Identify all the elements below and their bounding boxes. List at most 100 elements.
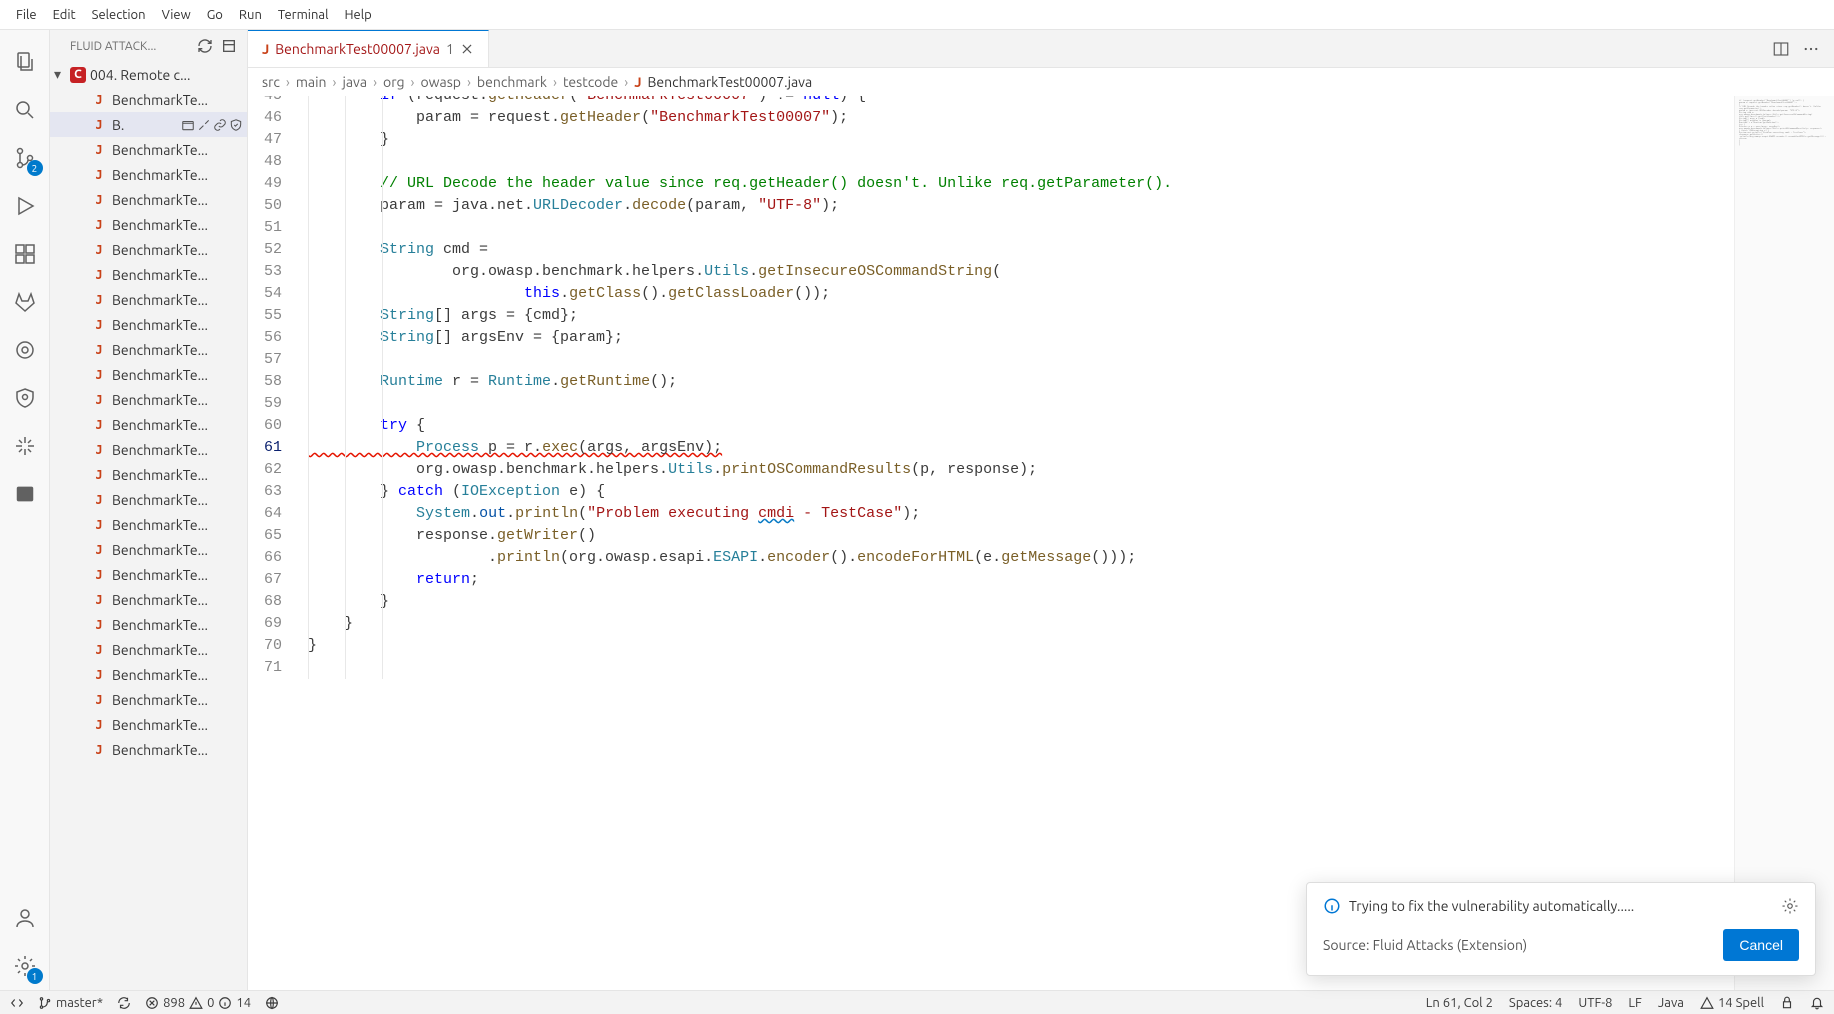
- split-editor-icon[interactable]: [1772, 40, 1790, 58]
- sync-icon[interactable]: [117, 996, 131, 1010]
- sparkle-icon[interactable]: [1, 422, 49, 470]
- code-line[interactable]: String[] argsEnv = {param};: [308, 327, 1734, 349]
- tree-file[interactable]: JBenchmarkTe...: [50, 737, 247, 762]
- language-mode[interactable]: Java: [1658, 996, 1684, 1010]
- code-line[interactable]: response.getWriter(): [308, 525, 1734, 547]
- minimap[interactable]: if (request.getHeader("BenchmarkTest0000…: [1734, 96, 1834, 990]
- tree-file[interactable]: JBenchmarkTe...: [50, 537, 247, 562]
- close-icon[interactable]: [460, 42, 474, 56]
- shield-check-icon[interactable]: [229, 118, 243, 132]
- tree-file[interactable]: JBenchmarkTe...: [50, 162, 247, 187]
- code-line[interactable]: [308, 349, 1734, 371]
- account-icon[interactable]: [1, 894, 49, 942]
- problems-indicator[interactable]: 898 0 14: [145, 996, 251, 1010]
- code-editor[interactable]: 4546474849505152535455565758596061626364…: [248, 96, 1834, 990]
- settings-gear-icon[interactable]: 1: [1, 942, 49, 990]
- breadcrumb-segment[interactable]: org: [383, 74, 405, 90]
- menu-file[interactable]: File: [8, 4, 45, 26]
- more-icon[interactable]: [1802, 40, 1820, 58]
- tree-file[interactable]: JBenchmarkTe...: [50, 212, 247, 237]
- indentation[interactable]: Spaces: 4: [1509, 996, 1562, 1010]
- spell-check[interactable]: 14 Spell: [1700, 996, 1764, 1010]
- code-line[interactable]: }: [308, 129, 1734, 151]
- code-line[interactable]: Runtime r = Runtime.getRuntime();: [308, 371, 1734, 393]
- menu-view[interactable]: View: [154, 4, 199, 26]
- tree-file[interactable]: JBenchmarkTe...: [50, 637, 247, 662]
- tree-file[interactable]: JBenchmarkTe...: [50, 337, 247, 362]
- code-line[interactable]: String[] args = {cmd};: [308, 305, 1734, 327]
- breadcrumb-segment[interactable]: testcode: [563, 74, 618, 90]
- breadcrumb-segment[interactable]: main: [296, 74, 327, 90]
- cancel-button[interactable]: Cancel: [1723, 929, 1799, 961]
- code-line[interactable]: }: [308, 591, 1734, 613]
- tree-file[interactable]: JBenchmarkTe...: [50, 662, 247, 687]
- menu-terminal[interactable]: Terminal: [270, 4, 337, 26]
- tree-file[interactable]: JBenchmarkTe...: [50, 237, 247, 262]
- code-line[interactable]: System.out.println("Problem executing cm…: [308, 503, 1734, 525]
- menu-help[interactable]: Help: [336, 4, 379, 26]
- tree-file[interactable]: JBenchmarkTe...: [50, 562, 247, 587]
- shield-icon[interactable]: [1, 374, 49, 422]
- link-icon[interactable]: [213, 118, 227, 132]
- tree-file[interactable]: JBenchmarkTe...: [50, 412, 247, 437]
- tools-icon[interactable]: [197, 118, 211, 132]
- gear-icon[interactable]: [1781, 897, 1799, 915]
- tree-file[interactable]: JBenchmarkTe...: [50, 312, 247, 337]
- code-line[interactable]: .println(org.owasp.esapi.ESAPI.encoder()…: [308, 547, 1734, 569]
- run-debug-icon[interactable]: [1, 182, 49, 230]
- tree-file[interactable]: JBenchmarkTe...: [50, 262, 247, 287]
- code-line[interactable]: try {: [308, 415, 1734, 437]
- extensions-icon[interactable]: [1, 230, 49, 278]
- terminal-icon[interactable]: [1, 470, 49, 518]
- code-line[interactable]: }: [308, 635, 1734, 657]
- tab-benchmarktest00007[interactable]: J BenchmarkTest00007.java 1: [248, 30, 489, 67]
- breadcrumb-segment[interactable]: BenchmarkTest00007.java: [647, 74, 812, 90]
- encoding[interactable]: UTF-8: [1578, 996, 1612, 1010]
- tree-file[interactable]: JBenchmarkTe...: [50, 587, 247, 612]
- tree-file[interactable]: JBenchmarkTe...: [50, 512, 247, 537]
- tree-file[interactable]: JBenchmarkTe...: [50, 362, 247, 387]
- target-icon[interactable]: [1, 326, 49, 374]
- source-control-icon[interactable]: 2: [1, 134, 49, 182]
- collapse-icon[interactable]: [221, 38, 237, 54]
- bell-icon[interactable]: [1810, 996, 1824, 1010]
- menu-edit[interactable]: Edit: [45, 4, 84, 26]
- git-branch[interactable]: master*: [38, 996, 103, 1010]
- tree-file[interactable]: JBenchmarkTe...: [50, 437, 247, 462]
- code-line[interactable]: [308, 217, 1734, 239]
- search-icon[interactable]: [1, 86, 49, 134]
- breadcrumb-segment[interactable]: benchmark: [477, 74, 547, 90]
- tree-file[interactable]: JB.: [50, 112, 247, 137]
- menu-run[interactable]: Run: [231, 4, 270, 26]
- code-line[interactable]: } catch (IOException e) {: [308, 481, 1734, 503]
- eol[interactable]: LF: [1628, 996, 1641, 1010]
- tree-file[interactable]: JBenchmarkTe...: [50, 287, 247, 312]
- tree-file[interactable]: JBenchmarkTe...: [50, 462, 247, 487]
- breadcrumb-segment[interactable]: owasp: [420, 74, 461, 90]
- tree-file[interactable]: JBenchmarkTe...: [50, 712, 247, 737]
- code-line[interactable]: // URL Decode the header value since req…: [308, 173, 1734, 195]
- code-line[interactable]: param = request.getHeader("BenchmarkTest…: [308, 107, 1734, 129]
- tree-file[interactable]: JBenchmarkTe...: [50, 687, 247, 712]
- cursor-position[interactable]: Ln 61, Col 2: [1426, 996, 1493, 1010]
- code-line[interactable]: String cmd =: [308, 239, 1734, 261]
- code-line[interactable]: if (request.getHeader("BenchmarkTest0000…: [308, 96, 1734, 107]
- code-line[interactable]: }: [308, 613, 1734, 635]
- code-line[interactable]: org.owasp.benchmark.helpers.Utils.getIns…: [308, 261, 1734, 283]
- tree-file[interactable]: JBenchmarkTe...: [50, 487, 247, 512]
- code-line[interactable]: [308, 657, 1734, 679]
- folder-icon[interactable]: [181, 118, 195, 132]
- breadcrumbs[interactable]: src›main›java›org›owasp›benchmark›testco…: [248, 68, 1834, 96]
- tree-file[interactable]: JBenchmarkTe...: [50, 137, 247, 162]
- remote-indicator[interactable]: [10, 996, 24, 1010]
- code-line[interactable]: Process p = r.exec(args, argsEnv);: [308, 437, 1734, 459]
- tree-root-folder[interactable]: ▾ C 004. Remote c...: [50, 62, 247, 87]
- code-line[interactable]: [308, 393, 1734, 415]
- gitlab-icon[interactable]: [1, 278, 49, 326]
- code-line[interactable]: org.owasp.benchmark.helpers.Utils.printO…: [308, 459, 1734, 481]
- breadcrumb-segment[interactable]: src: [262, 74, 280, 90]
- feedback-icon[interactable]: [1780, 996, 1794, 1010]
- menu-selection[interactable]: Selection: [84, 4, 154, 26]
- code-line[interactable]: [308, 151, 1734, 173]
- menu-go[interactable]: Go: [199, 4, 231, 26]
